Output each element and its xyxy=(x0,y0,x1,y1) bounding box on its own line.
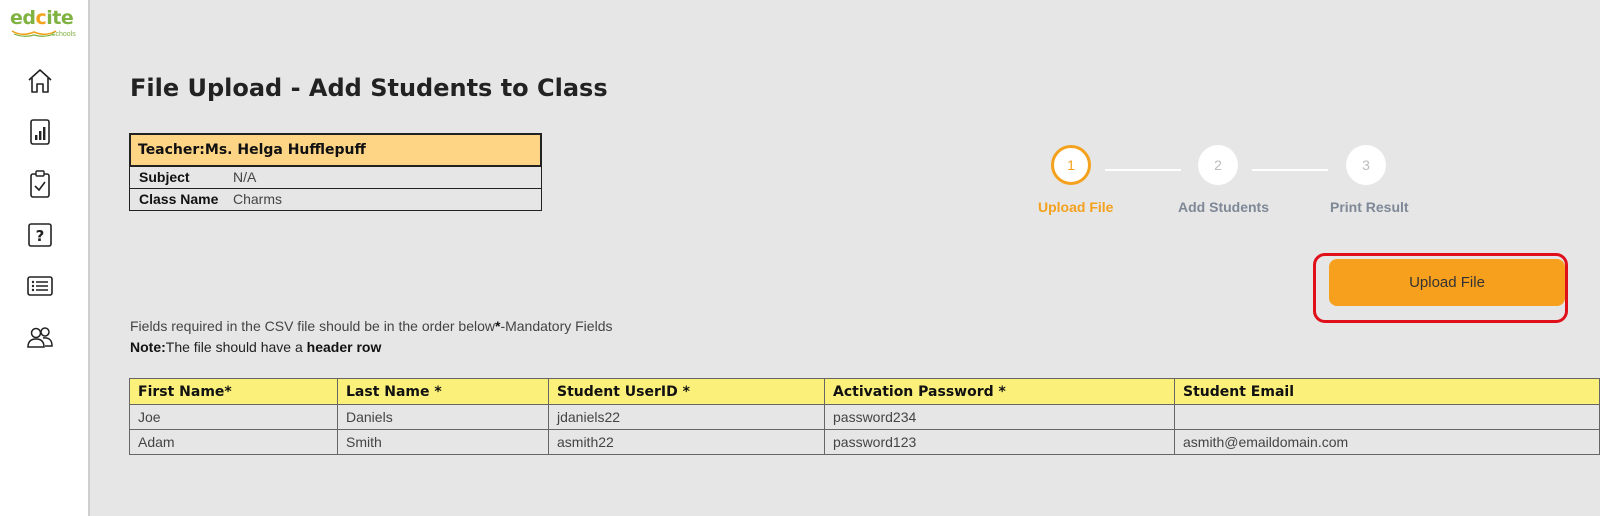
table-cell: Smith xyxy=(337,429,549,455)
step-2-label: Add Students xyxy=(1178,199,1269,215)
table-cell: Joe xyxy=(129,404,338,430)
csv-format-table: First Name* Last Name * Student UserID *… xyxy=(129,378,1600,455)
class-info-box: Teacher:Ms. Helga Hufflepuff Subject N/A… xyxy=(129,133,542,211)
table-cell: asmith22 xyxy=(548,429,825,455)
subject-value: N/A xyxy=(233,169,257,185)
logo-tagline: schools xyxy=(52,31,76,38)
users-icon[interactable] xyxy=(24,321,56,353)
home-icon[interactable] xyxy=(24,65,56,97)
table-cell: jdaniels22 xyxy=(548,404,825,430)
upload-file-button[interactable]: Upload File xyxy=(1329,259,1565,306)
teacher-label: Teacher: xyxy=(138,142,205,158)
step-connector-2 xyxy=(1252,169,1328,171)
clipboard-check-icon[interactable] xyxy=(24,168,56,200)
column-header: Activation Password * xyxy=(824,378,1175,405)
table-row: Joe Daniels jdaniels22 password234 xyxy=(129,404,1600,430)
table-header-row: First Name* Last Name * Student UserID *… xyxy=(129,378,1600,405)
column-header: Student UserID * xyxy=(548,378,825,405)
step-3-label: Print Result xyxy=(1330,199,1409,215)
step-1-label: Upload File xyxy=(1038,199,1114,215)
table-cell: Adam xyxy=(129,429,338,455)
table-cell: Daniels xyxy=(337,404,549,430)
class-name-label: Class Name xyxy=(139,191,219,207)
class-name-value: Charms xyxy=(233,191,283,207)
step-connector-1 xyxy=(1105,169,1181,171)
teacher-name: Ms. Helga Hufflepuff xyxy=(204,142,366,158)
step-1-circle: 1 xyxy=(1051,145,1091,185)
header-row-note: Note:The file should have a header row xyxy=(130,339,382,355)
csv-order-note: Fields required in the CSV file should b… xyxy=(130,318,613,334)
reports-icon[interactable] xyxy=(24,116,56,148)
subject-label: Subject xyxy=(139,169,190,185)
logo-wordmark: edcite xyxy=(10,7,74,29)
question-icon[interactable]: ? xyxy=(24,219,56,251)
column-header: Last Name * xyxy=(337,378,549,405)
logo-book-icon xyxy=(11,30,57,37)
sidebar: edcite schools ? xyxy=(0,0,90,516)
table-cell: password123 xyxy=(824,429,1175,455)
page-title: File Upload - Add Students to Class xyxy=(130,74,608,102)
table-row: Adam Smith asmith22 password123 asmith@e… xyxy=(129,429,1600,455)
edcite-logo[interactable]: edcite schools xyxy=(10,8,82,42)
column-header: Student Email xyxy=(1174,378,1600,405)
step-2-circle: 2 xyxy=(1198,145,1238,185)
table-cell xyxy=(1174,404,1600,430)
svg-text:?: ? xyxy=(36,227,45,245)
column-header: First Name* xyxy=(129,378,338,405)
list-icon[interactable] xyxy=(24,270,56,302)
step-3-circle: 3 xyxy=(1346,145,1386,185)
table-cell: asmith@emaildomain.com xyxy=(1174,429,1600,455)
subject-row: Subject N/A xyxy=(129,167,542,189)
teacher-header: Teacher:Ms. Helga Hufflepuff xyxy=(129,133,542,167)
table-cell: password234 xyxy=(824,404,1175,430)
class-name-row: Class Name Charms xyxy=(129,189,542,211)
